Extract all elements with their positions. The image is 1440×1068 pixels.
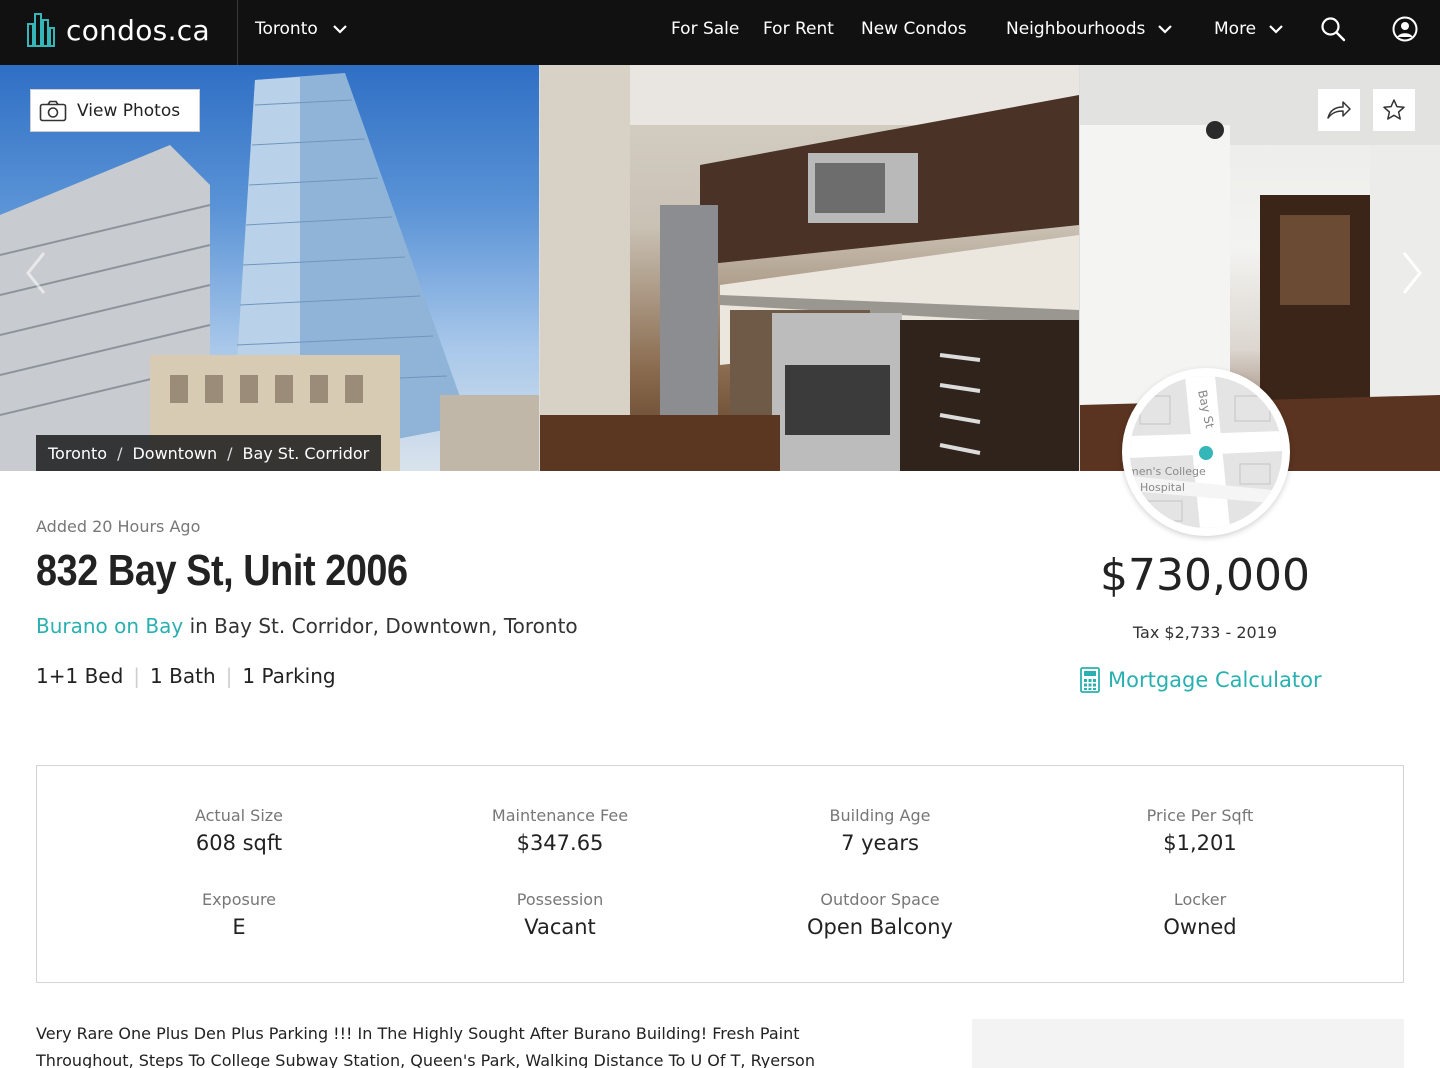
chevron-down-icon	[332, 25, 347, 34]
nav-link-for-rent[interactable]: For Rent	[763, 0, 834, 58]
stat-value: Open Balcony	[806, 915, 953, 939]
listing-price: $730,000	[1100, 550, 1310, 601]
view-photos-button[interactable]: View Photos	[30, 89, 200, 132]
stat-label: Actual Size	[194, 806, 284, 825]
stat-price-per-sqft: Price Per Sqft $1,201	[1040, 806, 1360, 855]
stat-locker: Locker Owned	[1040, 890, 1360, 939]
stat-label: Price Per Sqft	[1146, 806, 1254, 825]
breadcrumb-downtown[interactable]: Downtown	[132, 444, 217, 463]
stat-maintenance-fee: Maintenance Fee $347.65	[400, 806, 720, 855]
kitchen-illustration	[540, 65, 1079, 471]
gallery-next-button[interactable]	[1392, 245, 1432, 301]
location-map-thumbnail[interactable]: Bay St men's College Hospital	[1122, 368, 1290, 536]
nav-link-new-condos-label: New Condos	[861, 19, 967, 39]
nav-link-neighbourhoods-label: Neighbourhoods	[1006, 19, 1146, 39]
nav-link-new-condos[interactable]: New Condos	[861, 0, 967, 58]
stat-label: Exposure	[201, 890, 277, 909]
search-icon	[1321, 17, 1346, 42]
city-selector[interactable]: Toronto	[255, 0, 348, 58]
stat-actual-size: Actual Size 608 sqft	[79, 806, 399, 855]
stat-label: Building Age	[829, 806, 931, 825]
listing-tax: Tax $2,733 - 2019	[1132, 623, 1278, 642]
location-pin-icon	[1199, 446, 1213, 460]
favourite-button[interactable]	[1373, 89, 1415, 131]
stat-outdoor-space: Outdoor Space Open Balcony	[720, 890, 1040, 939]
nav-link-more[interactable]: More	[1214, 0, 1284, 58]
chevron-down-icon	[1158, 25, 1173, 34]
listing-features: 1+1 Bed | 1 Bath | 1 Parking	[36, 664, 336, 688]
map-illustration: Bay St men's College Hospital	[1130, 376, 1282, 528]
breadcrumb-bay-st-corridor[interactable]: Bay St. Corridor	[242, 444, 369, 463]
city-label: Toronto	[255, 19, 318, 39]
listing-stats-panel: Actual Size 608 sqft Maintenance Fee $34…	[36, 765, 1404, 983]
nav-link-neighbourhoods[interactable]: Neighbourhoods	[1006, 0, 1173, 58]
nav-link-more-label: More	[1214, 19, 1257, 39]
listing-added-time: Added 20 Hours Ago	[36, 517, 201, 536]
logo-building-icon	[27, 13, 55, 47]
mortgage-calculator-label: Mortgage Calculator	[1108, 668, 1322, 692]
feature-beds: 1+1 Bed	[36, 664, 124, 688]
listing-description: Very Rare One Plus Den Plus Parking !!! …	[36, 1020, 896, 1068]
feature-baths: 1 Bath	[150, 664, 216, 688]
nav-link-for-rent-label: For Rent	[763, 19, 834, 39]
listing-address: 832 Bay St, Unit 2006	[36, 546, 408, 595]
stat-label: Locker	[1173, 890, 1227, 909]
user-account-icon	[1392, 16, 1418, 42]
map-poi-label-line1: men's College	[1130, 465, 1206, 478]
breadcrumb-separator: /	[117, 443, 123, 463]
user-account-button[interactable]	[1390, 14, 1420, 44]
feature-parking: 1 Parking	[242, 664, 336, 688]
map-canvas: Bay St men's College Hospital	[1130, 376, 1282, 528]
gallery-photo-kitchen[interactable]	[540, 65, 1079, 471]
description-line: Very Rare One Plus Den Plus Parking !!! …	[36, 1024, 800, 1043]
star-icon	[1383, 99, 1405, 120]
stat-value: Owned	[1163, 915, 1237, 939]
share-button[interactable]	[1318, 89, 1360, 131]
chevron-left-icon	[26, 252, 46, 294]
top-navigation: condos.ca Toronto For Sale For Rent New …	[0, 0, 1440, 65]
stat-value: Vacant	[524, 915, 596, 939]
building-link[interactable]: Burano on Bay	[36, 614, 183, 638]
stat-label: Outdoor Space	[820, 890, 940, 909]
stat-building-age: Building Age 7 years	[720, 806, 1040, 855]
feature-separator: |	[133, 664, 141, 688]
chevron-down-icon	[1269, 25, 1283, 34]
breadcrumb-toronto[interactable]: Toronto	[48, 444, 107, 463]
stat-value: 608 sqft	[195, 831, 283, 855]
gallery-previous-button[interactable]	[16, 245, 56, 301]
mortgage-calculator-link[interactable]: Mortgage Calculator	[1080, 667, 1322, 693]
stat-label: Maintenance Fee	[491, 806, 629, 825]
calculator-icon	[1080, 667, 1100, 693]
breadcrumb-separator: /	[227, 443, 233, 463]
map-poi-label-line2: Hospital	[1140, 481, 1185, 494]
feature-separator: |	[225, 664, 233, 688]
share-icon	[1327, 101, 1351, 119]
chevron-right-icon	[1402, 252, 1422, 294]
stat-label: Possession	[516, 890, 604, 909]
search-button[interactable]	[1318, 14, 1348, 44]
stat-value: $347.65	[516, 831, 604, 855]
listing-location: Burano on Bay in Bay St. Corridor, Downt…	[36, 614, 578, 638]
nav-link-for-sale-label: For Sale	[671, 19, 740, 39]
description-line: Throughout, Steps To College Subway Stat…	[36, 1051, 815, 1068]
stat-exposure: Exposure E	[79, 890, 399, 939]
logo-text: condos.ca	[66, 13, 210, 47]
stat-value: $1,201	[1163, 831, 1237, 855]
view-photos-label: View Photos	[77, 100, 181, 121]
camera-icon	[39, 100, 67, 121]
nav-link-for-sale[interactable]: For Sale	[671, 0, 739, 58]
breadcrumb: Toronto / Downtown / Bay St. Corridor	[36, 435, 382, 471]
stat-value: E	[232, 915, 246, 939]
sidebar-card	[972, 1019, 1404, 1068]
nav-divider	[237, 0, 238, 65]
stat-value: 7 years	[841, 831, 919, 855]
stat-possession: Possession Vacant	[400, 890, 720, 939]
site-logo[interactable]: condos.ca	[26, 10, 210, 50]
location-text: in Bay St. Corridor, Downtown, Toronto	[183, 614, 578, 638]
